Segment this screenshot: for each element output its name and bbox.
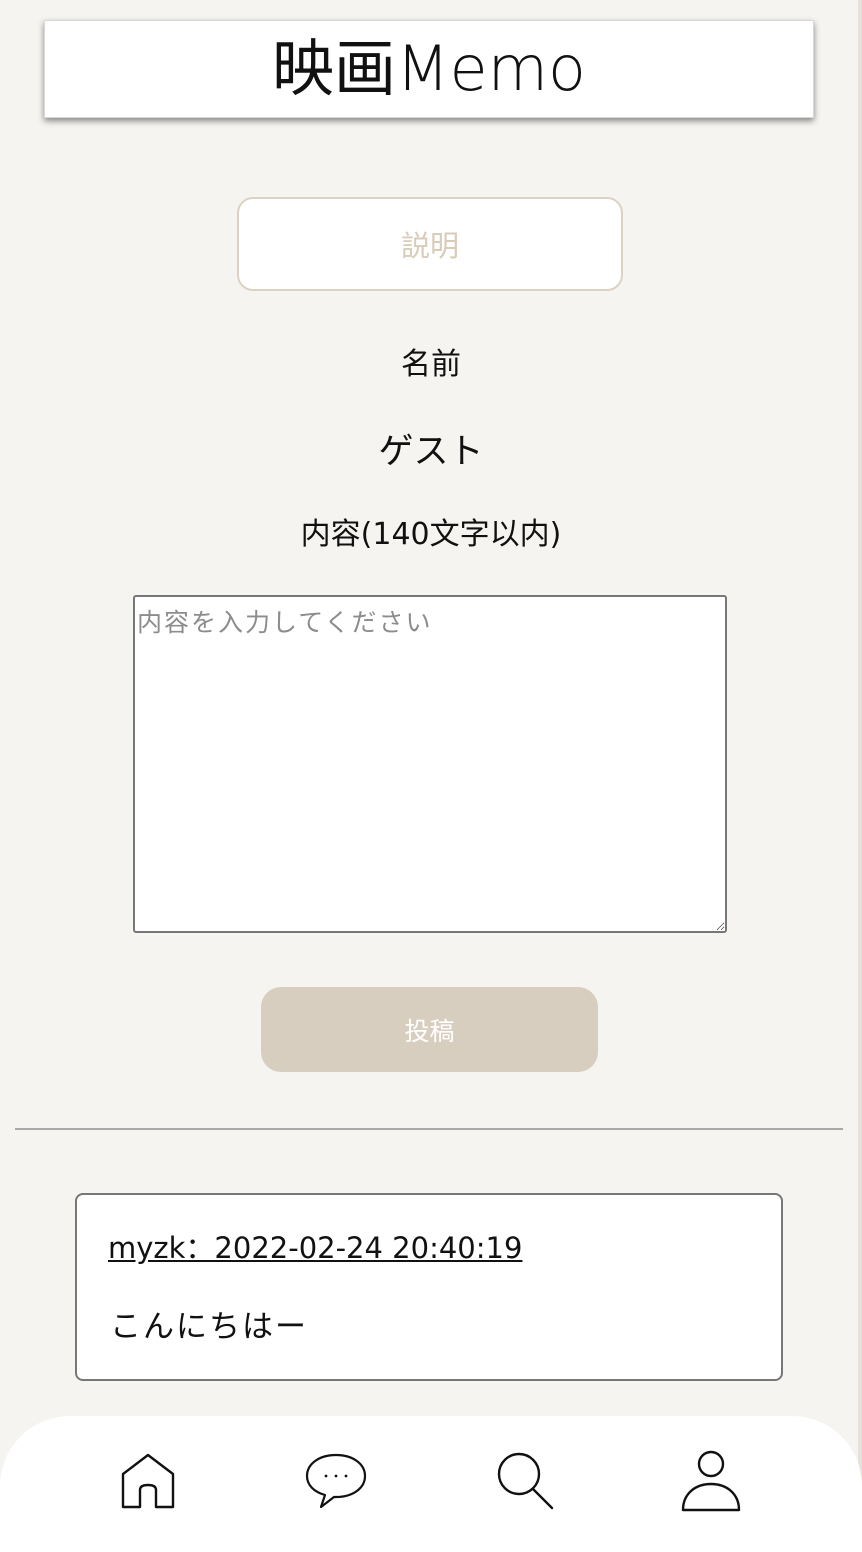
post-body: こんにちはー [110,1309,308,1345]
search-icon [497,1452,554,1510]
content-textarea[interactable] [133,595,727,933]
post-button[interactable]: 投稿 [261,987,598,1072]
nav-search[interactable] [485,1446,565,1516]
page: 映画Memo 説明 名前 ゲスト 内容(140文字以内) 投稿 myzk：202… [0,0,862,1552]
page-edge [858,0,862,1552]
app-title: 映画Memo [272,32,586,105]
nav-home[interactable] [108,1446,188,1516]
user-name-display: ゲスト [378,432,484,472]
name-label: 名前 [401,347,461,382]
post-card: myzk：2022-02-24 20:40:19 こんにちはー [75,1193,783,1381]
bottom-nav [0,1416,862,1552]
home-icon [121,1453,175,1509]
description-button[interactable]: 説明 [237,197,623,291]
post-author-timestamp-link[interactable]: myzk：2022-02-24 20:40:19 [108,1232,522,1265]
nav-profile[interactable] [671,1446,751,1516]
user-icon [681,1450,741,1512]
chat-bubble-icon [305,1453,367,1509]
app-header: 映画Memo [44,20,814,118]
divider [15,1128,843,1130]
nav-chat[interactable] [296,1446,376,1516]
content-label: 内容(140文字以内) [300,517,562,552]
